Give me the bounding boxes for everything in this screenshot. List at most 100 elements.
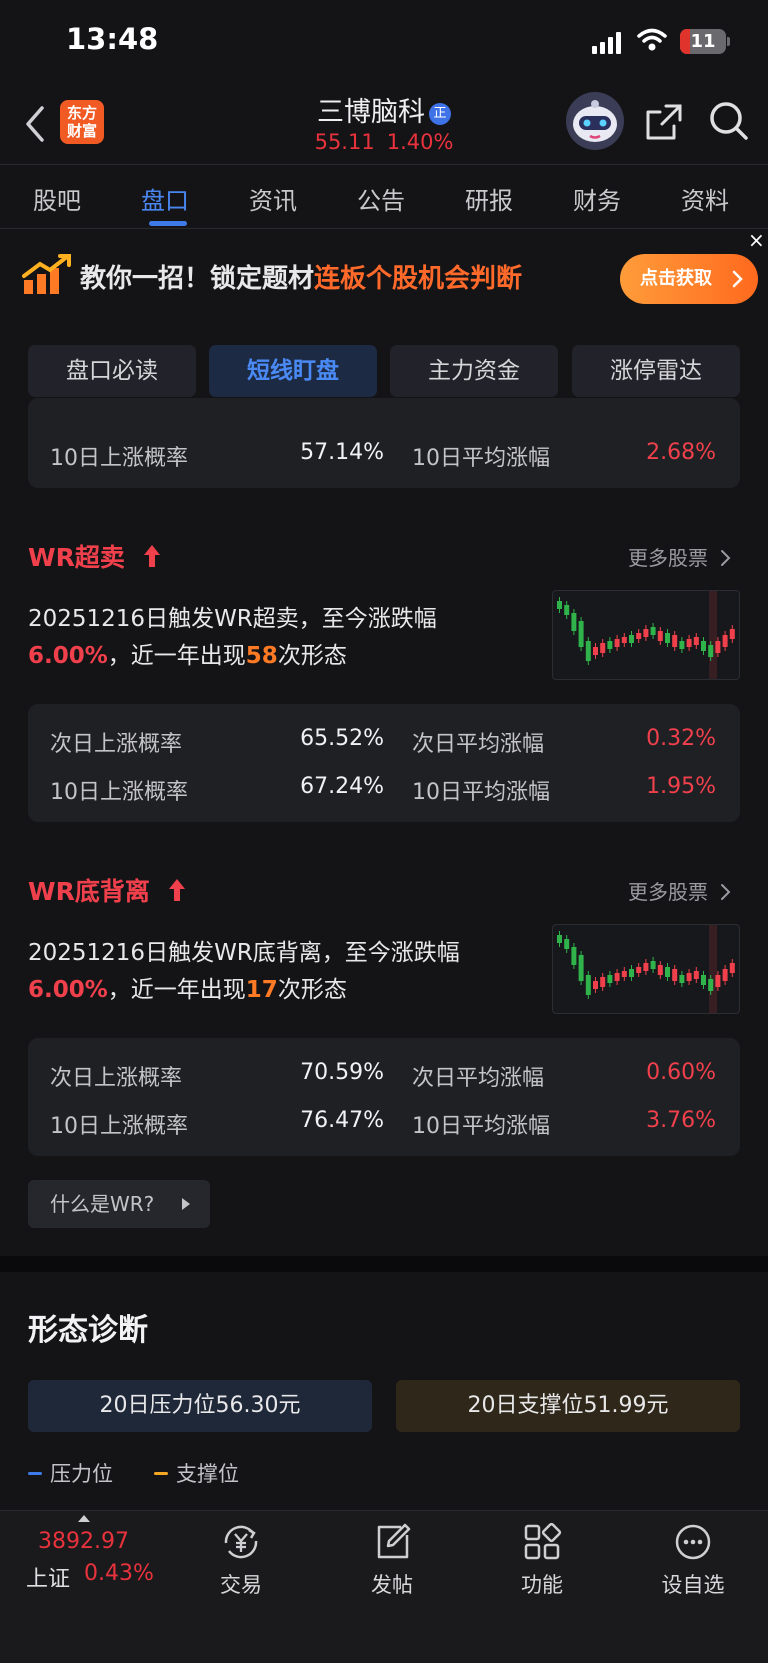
desc-text: ，近一年出现 [107, 643, 246, 669]
candle-body [715, 975, 721, 987]
desc-text: 20251216日触发WR超卖，至今涨跌幅 [28, 606, 437, 632]
candle-body [593, 981, 598, 989]
candlestick-chart-svg [557, 591, 735, 679]
sub-tabs: 盘口必读 短线盯盘 主力资金 涨停雷达 [28, 345, 740, 397]
stat-value: 70.59% [300, 1060, 384, 1085]
tab-profile[interactable]: 资料 [681, 181, 729, 216]
bottom-nav: 3892.97 上证 0.43% 交易 发帖 功能 设自选 [0, 1510, 768, 1663]
candlestick-mini-chart[interactable] [552, 924, 740, 1014]
close-banner-icon[interactable]: × [748, 228, 765, 252]
verified-badge-icon: 正 [429, 103, 451, 125]
cellular-signal-icon [592, 32, 624, 54]
desc-text: 次形态 [277, 643, 347, 669]
nav-label: 交易 [220, 1573, 262, 1597]
candle-body [665, 633, 670, 643]
stat-label: 10日上涨概率 [50, 446, 188, 471]
tab-finance[interactable]: 财务 [573, 181, 621, 216]
candle-body [701, 975, 706, 985]
chevron-right-icon [721, 550, 731, 566]
legend-swatch-blue [28, 1472, 42, 1475]
promo-get-button[interactable]: 点击获取 [620, 254, 758, 304]
nav-add-watchlist[interactable]: 设自选 [648, 1521, 738, 1599]
chevron-right-icon [732, 270, 743, 288]
more-dots-icon [675, 1524, 711, 1560]
section-title-wr-divergence: WR底背离 [28, 872, 187, 908]
stock-name: 三博脑科 [317, 97, 425, 128]
subtab-main-funds[interactable]: 主力资金 [390, 345, 558, 397]
candle-body [600, 643, 606, 653]
candle-body [621, 637, 627, 643]
more-stocks-link[interactable]: 更多股票 [628, 542, 732, 571]
more-stocks-link[interactable]: 更多股票 [628, 876, 732, 905]
candle-body [657, 631, 663, 641]
tab-research[interactable]: 研报 [465, 181, 513, 216]
stat-value: 1.95% [646, 774, 716, 799]
candle-body [686, 973, 692, 981]
candle-body [629, 635, 634, 643]
candle-body [715, 641, 721, 653]
candle-body [564, 939, 570, 949]
candle-body [585, 975, 591, 995]
nav-trade[interactable]: 交易 [196, 1521, 286, 1599]
nav-functions[interactable]: 功能 [497, 1521, 587, 1599]
subtab-short-term-watch[interactable]: 短线盯盘 [209, 345, 377, 397]
candlestick-chart-svg [557, 925, 735, 1013]
chevron-right-icon [721, 884, 731, 900]
search-icon[interactable] [708, 100, 750, 142]
stats-box-partial: 10日上涨概率 57.14% 10日平均涨幅 2.68% [28, 398, 740, 488]
subtab-limit-up-radar[interactable]: 涨停雷达 [572, 345, 740, 397]
stat-label: 次日上涨概率 [50, 1066, 183, 1091]
wifi-icon [637, 28, 667, 51]
candle-body [607, 975, 613, 983]
section-title-text: WR底背离 [28, 877, 150, 906]
candle-body [564, 605, 570, 615]
stat-value: 76.47% [300, 1108, 384, 1133]
candle-body [708, 979, 714, 991]
stat-label: 次日上涨概率 [50, 732, 183, 757]
battery-icon: 11 [680, 29, 726, 54]
legend-support: 支撑位 [154, 1458, 239, 1488]
candle-body [672, 635, 678, 647]
tab-pankou[interactable]: 盘口 [141, 181, 189, 216]
legend-pressure: 压力位 [28, 1458, 113, 1488]
triangle-right-icon [182, 1198, 190, 1210]
status-bar: 13:48 11 [0, 0, 768, 84]
stat-label: 10日平均涨幅 [412, 780, 550, 805]
tab-guba[interactable]: 股吧 [33, 181, 81, 216]
candle-body [643, 629, 649, 637]
candle-body [557, 601, 562, 609]
candle-body [629, 969, 634, 977]
stat-label: 10日平均涨幅 [412, 1114, 550, 1139]
stat-label: 10日上涨概率 [50, 1114, 188, 1139]
stat-value: 0.32% [646, 726, 716, 751]
candle-body [665, 967, 670, 977]
stats-box-wr-oversold: 次日上涨概率 65.52% 次日平均涨幅 0.32% 10日上涨概率 67.24… [28, 704, 740, 822]
index-name: 上证 [26, 1567, 71, 1592]
support-level-box: 20日支撑位51.99元 [396, 1380, 740, 1432]
up-arrow-icon [168, 879, 185, 901]
promo-banner[interactable]: 教你一招！锁定题材连板个股机会判断 点击获取 [0, 230, 768, 316]
share-icon[interactable] [644, 102, 684, 142]
candle-body [679, 975, 685, 983]
candle-body [693, 637, 699, 645]
stat-value: 57.14% [300, 440, 384, 465]
active-tab-indicator [149, 221, 187, 226]
subtab-must-read[interactable]: 盘口必读 [28, 345, 196, 397]
candle-body [657, 965, 663, 975]
index-value: 3892.97 [38, 1529, 129, 1554]
candle-body [650, 961, 656, 969]
legend-swatch-orange [154, 1472, 168, 1475]
bar-chart-up-icon [22, 254, 71, 294]
candlestick-mini-chart[interactable] [552, 590, 740, 680]
nav-post[interactable]: 发帖 [347, 1521, 437, 1599]
tab-announcements[interactable]: 公告 [357, 181, 405, 216]
nav-label: 发帖 [371, 1573, 413, 1597]
ai-robot-avatar-icon[interactable] [566, 92, 624, 150]
yen-exchange-icon [224, 1525, 258, 1559]
promo-text: 教你一招！锁定题材连板个股机会判断 [80, 258, 522, 295]
tab-news[interactable]: 资讯 [249, 181, 297, 216]
candle-body [693, 971, 699, 979]
what-is-wr-button[interactable]: 什么是WR? [28, 1180, 210, 1228]
legend-label: 压力位 [50, 1462, 113, 1486]
pattern-diagnosis-title: 形态诊断 [28, 1313, 148, 1348]
